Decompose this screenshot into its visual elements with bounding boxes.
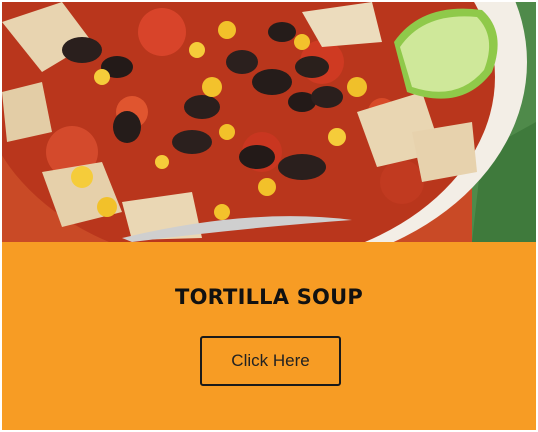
recipe-card: TORTILLA SOUP Click Here — [0, 0, 538, 432]
recipe-photo — [2, 2, 536, 242]
click-here-button[interactable]: Click Here — [200, 336, 341, 386]
recipe-title: TORTILLA SOUP — [175, 285, 363, 309]
